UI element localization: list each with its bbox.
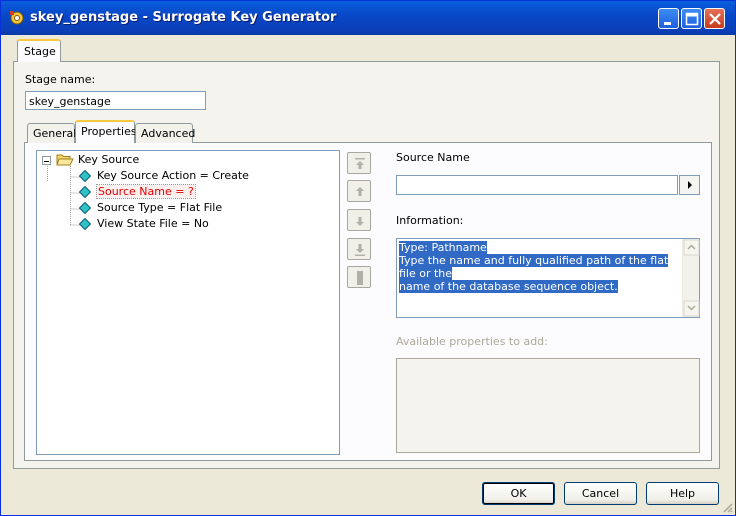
information-line-2: Type the name and fully qualified path o…: [399, 254, 669, 280]
information-line-3: name of the database sequence object.: [399, 280, 618, 293]
diamond-icon: [79, 218, 91, 230]
tree-node-key-source-action-label: Key Source Action = Create: [97, 169, 249, 182]
tab-properties[interactable]: Properties: [75, 120, 137, 143]
source-name-input[interactable]: [396, 175, 678, 195]
window-title: skey_genstage - Surrogate Key Generator: [30, 10, 337, 25]
maximize-icon: [685, 12, 699, 26]
move-top-button[interactable]: [347, 152, 371, 174]
move-down-icon: [356, 217, 364, 226]
diamond-icon: [79, 170, 91, 182]
minus-icon: [44, 161, 49, 162]
information-scrollbar[interactable]: [682, 239, 700, 317]
close-button[interactable]: [704, 8, 725, 29]
tab-advanced[interactable]: Advanced: [135, 123, 196, 143]
move-down-button[interactable]: [347, 209, 371, 231]
close-icon: [709, 13, 721, 25]
maximize-button[interactable]: [681, 8, 702, 29]
stage-name-input[interactable]: skey_genstage: [25, 91, 206, 110]
separator-bar-icon: [357, 271, 363, 285]
tree-node-source-name-label: Source Name = ?: [96, 184, 196, 199]
stage-name-label: Stage name:: [25, 73, 96, 86]
tab-general-label: General: [33, 127, 77, 140]
cancel-button[interactable]: Cancel: [564, 482, 637, 505]
tree-node-view-state-file-label: View State File = No: [97, 217, 209, 230]
dialog-window: skey_genstage - Surrogate Key Generator …: [0, 0, 736, 516]
move-up-button[interactable]: [347, 180, 371, 202]
property-tree[interactable]: Key Source Key Source Action = Create So…: [36, 150, 340, 455]
information-text: Type: Pathname Type the name and fully q…: [399, 241, 683, 293]
ok-button[interactable]: OK: [482, 482, 555, 505]
tab-stage-label: Stage: [24, 45, 56, 58]
source-name-browse-button[interactable]: [679, 175, 700, 195]
source-name-label: Source Name: [396, 151, 470, 164]
tab-advanced-label: Advanced: [141, 127, 196, 140]
delete-property-button[interactable]: [347, 266, 371, 288]
move-top-icon: [355, 158, 365, 169]
move-bottom-button[interactable]: [347, 238, 371, 260]
move-up-icon: [356, 187, 364, 196]
tree-node-key-source-label: Key Source: [78, 153, 140, 166]
tab-stage[interactable]: Stage: [17, 39, 61, 62]
stage-name-value: skey_genstage: [29, 95, 111, 108]
app-icon: [10, 11, 24, 25]
tree-collapse-toggle[interactable]: [42, 156, 51, 165]
minimize-icon: [664, 22, 671, 25]
scrollbar-arrows-icon: [683, 239, 700, 317]
diamond-icon: [79, 202, 91, 214]
available-properties-list[interactable]: [396, 358, 700, 453]
move-bottom-icon: [355, 244, 365, 256]
resize-grip-icon[interactable]: [721, 501, 733, 513]
information-line-1: Type: Pathname: [399, 241, 487, 254]
folder-open-icon: [56, 154, 74, 166]
tab-general[interactable]: General: [27, 123, 77, 143]
help-button[interactable]: Help: [646, 482, 719, 505]
available-properties-label: Available properties to add:: [396, 335, 548, 348]
information-box[interactable]: Type: Pathname Type the name and fully q…: [396, 238, 700, 318]
title-bar[interactable]: skey_genstage - Surrogate Key Generator: [1, 1, 735, 35]
tab-properties-label: Properties: [81, 125, 137, 138]
minimize-button[interactable]: [658, 8, 679, 29]
information-label: Information:: [396, 214, 464, 227]
arrow-right-icon: [688, 181, 692, 189]
tree-node-source-type-label: Source Type = Flat File: [97, 201, 223, 214]
diamond-icon: [79, 186, 91, 198]
